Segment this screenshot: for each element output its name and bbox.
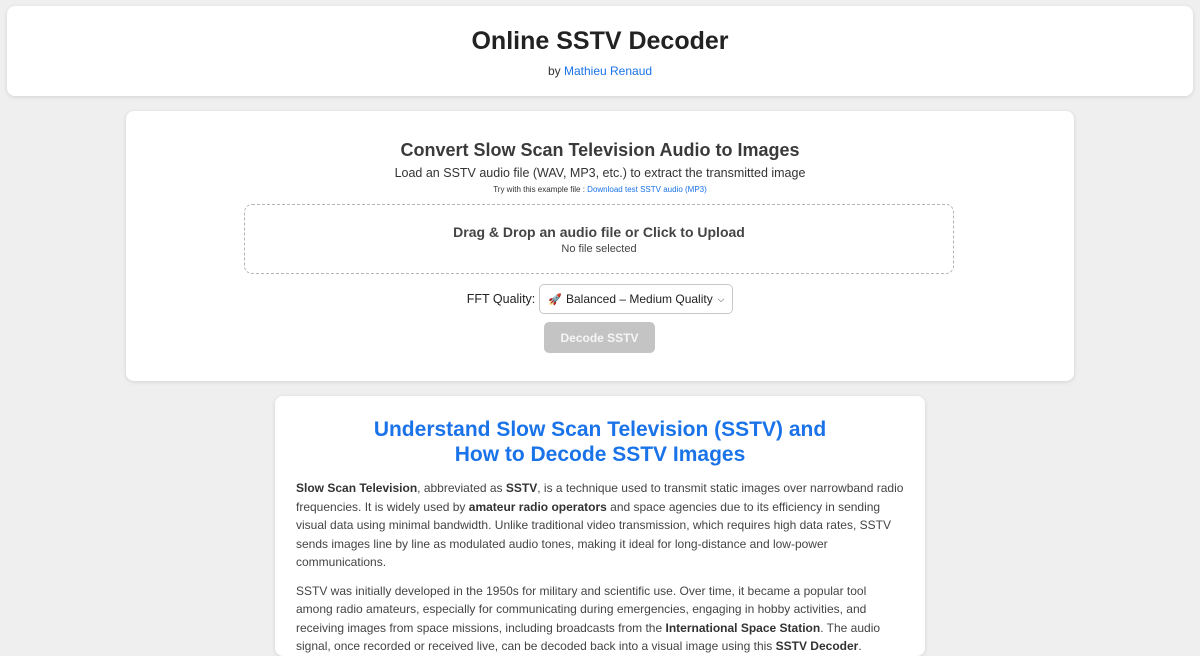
dropzone-title: Drag & Drop an audio file or Click to Up… xyxy=(453,224,745,240)
decoder-subtitle: Load an SSTV audio file (WAV, MP3, etc.)… xyxy=(394,166,806,180)
decoder-heading: Convert Slow Scan Television Audio to Im… xyxy=(400,140,800,160)
header-card: Online SSTV Decoder by Mathieu Renaud xyxy=(7,6,1193,96)
info-bold-text: amateur radio operators xyxy=(468,499,607,514)
file-dropzone[interactable]: Drag & Drop an audio file or Click to Up… xyxy=(244,204,954,274)
info-paragraph: SSTV was initially developed in the 1950… xyxy=(296,582,904,656)
info-heading-line1: Understand Slow Scan Television (SSTV) a… xyxy=(373,418,827,441)
fft-quality-select[interactable]: 🚀 Balanced – Medium Quality ⌵ xyxy=(539,284,734,314)
decode-button[interactable]: Decode SSTV xyxy=(544,322,655,353)
fft-quality-value: Balanced – Medium Quality xyxy=(565,292,713,306)
info-card: Understand Slow Scan Television (SSTV) a… xyxy=(275,396,925,656)
author-link[interactable]: Mathieu Renaud xyxy=(564,64,652,78)
info-bold-text: Slow Scan Television xyxy=(296,481,418,495)
info-text: . xyxy=(858,639,862,653)
decoder-card: Convert Slow Scan Television Audio to Im… xyxy=(126,111,1074,381)
info-heading: Understand Slow Scan Television (SSTV) a… xyxy=(275,396,925,467)
byline: by Mathieu Renaud xyxy=(7,64,1193,78)
file-status: No file selected xyxy=(561,243,637,255)
info-bold-text: International Space Station xyxy=(665,620,821,635)
byline-prefix: by xyxy=(547,64,561,78)
info-text: , abbreviated as xyxy=(417,481,506,495)
info-body: Slow Scan Television, abbreviated as SST… xyxy=(275,479,925,656)
info-bold-text: SSTV xyxy=(505,481,538,495)
example-file-line: Try with this example file : Download te… xyxy=(126,185,1074,194)
fft-quality-label: FFT Quality: xyxy=(466,292,536,306)
fft-quality-row: FFT Quality: 🚀 Balanced – Medium Quality… xyxy=(126,284,1074,314)
info-bold-text: SSTV Decoder xyxy=(775,639,859,653)
example-file-link[interactable]: Download test SSTV audio (MP3) xyxy=(587,185,707,194)
info-paragraph: Slow Scan Television, abbreviated as SST… xyxy=(296,479,904,572)
site-title: Online SSTV Decoder xyxy=(471,27,729,55)
chevron-down-icon: ⌵ xyxy=(717,293,725,304)
example-file-prefix: Try with this example file : xyxy=(493,185,585,194)
rocket-icon: 🚀 xyxy=(548,293,562,306)
info-heading-line2: How to Decode SSTV Images xyxy=(454,443,746,466)
